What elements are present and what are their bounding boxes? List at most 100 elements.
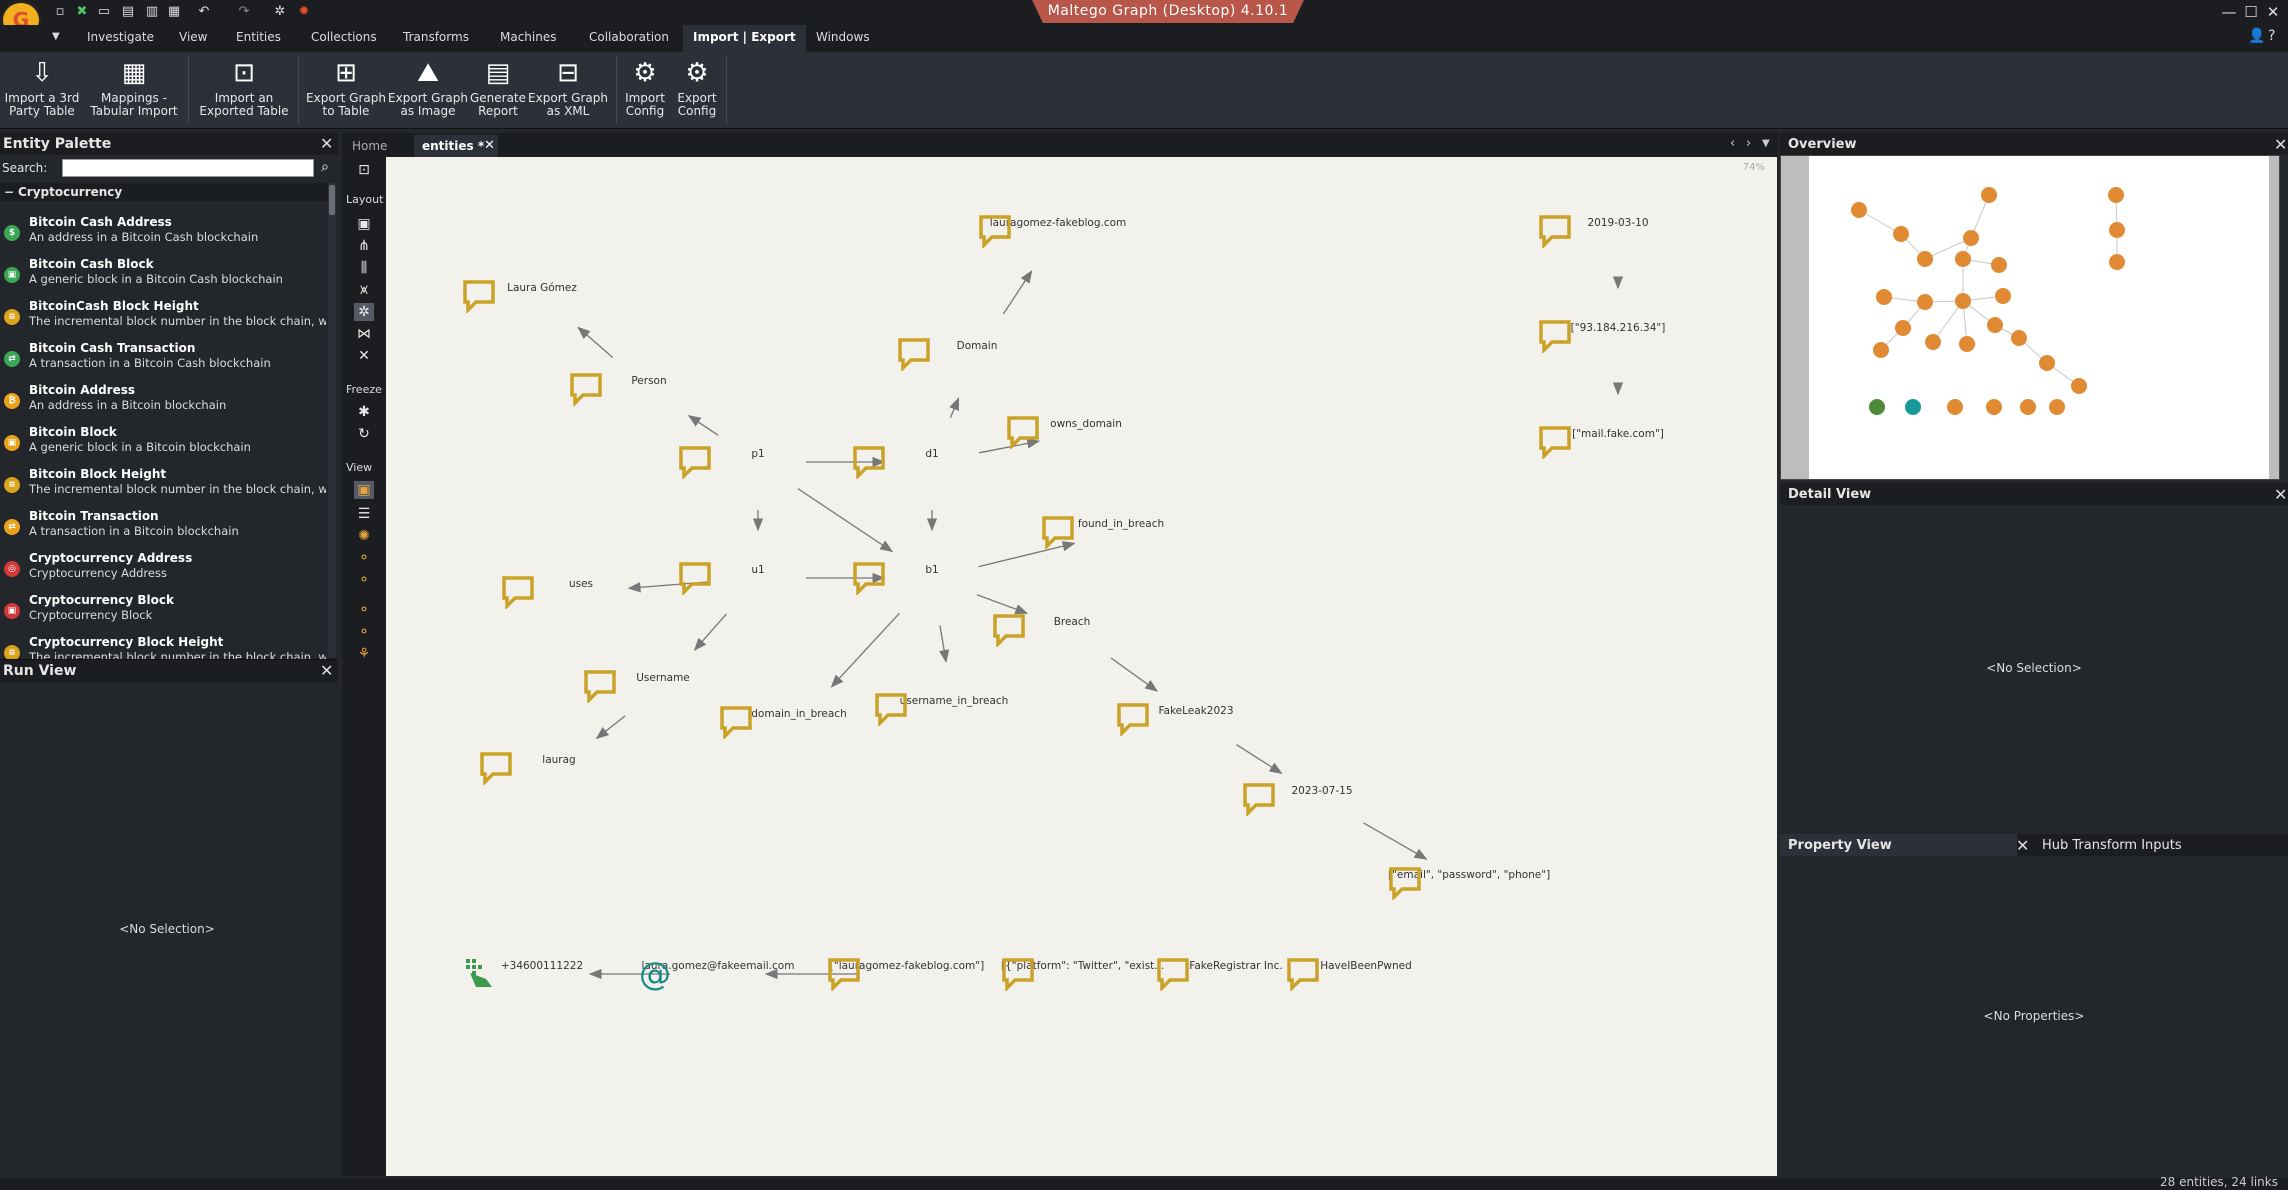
redo-icon[interactable]: ↷ [236,4,252,20]
close-palette-icon[interactable]: ✕ [320,134,333,153]
graph-edge[interactable] [830,612,900,688]
close-detail-icon[interactable]: ✕ [2274,485,2287,504]
neighbor-view-icon[interactable]: ⚘ [354,645,374,663]
menu-dropdown-icon[interactable]: ▼ [52,31,60,42]
export-graph-as-xml-button[interactable]: ⊟ Export Graph as XML [528,54,608,118]
menu-import-export[interactable]: Import | Export [683,25,806,52]
circular-layout-icon[interactable]: ⋈ [354,325,374,343]
tree-layout-icon[interactable]: ⩙ [354,281,374,299]
tab-next-icon[interactable]: › [1746,136,1751,151]
palette-item[interactable]: ▣ Bitcoin Block A generic block in a Bitco… [0,423,326,465]
outgoing-view-icon[interactable]: ⚬ [354,623,374,641]
plugin-icon[interactable]: ✲ [272,4,288,20]
links-view-icon[interactable]: ⚬ [354,571,374,589]
freeze-icon[interactable]: ✱ [354,403,374,421]
block-layout-icon[interactable]: ⫼ [354,259,374,277]
graph-node-u1[interactable]: u1 [678,561,838,595]
palette-item[interactable]: ₿ Bitcoin Address An address in a Bitcoin … [0,381,326,423]
graph-edge[interactable] [687,414,719,436]
close-window-icon[interactable]: ✕ [2262,2,2284,22]
graph-node-hibp[interactable]: HaveIBeenPwned [1286,957,1446,991]
import-3rd-party-table-button[interactable]: ⇩ Import a 3rd Party Table [4,54,80,118]
graph-node-fakeleak[interactable]: FakeLeak2023 [1116,702,1276,736]
graph-canvas[interactable]: Laura Gómez lauragomez-fakeblog.com 2019-0… [386,157,1777,1176]
close-run-view-icon[interactable]: ✕ [320,661,333,680]
interactive-layout-icon[interactable]: ✕ [354,347,374,365]
graph-edge[interactable] [1236,744,1283,774]
graph-node-mail[interactable]: ["mail.fake.com"] [1538,425,1698,459]
tab-list-icon[interactable]: ▼ [1762,138,1770,149]
close-overview-icon[interactable]: ✕ [2274,135,2287,154]
menu-transforms[interactable]: Transforms [403,30,469,44]
graph-node-person[interactable]: Person [569,372,729,406]
help-icon[interactable]: ? [2268,28,2275,44]
graph-node-breach[interactable]: Breach [992,613,1152,647]
graph-node-laurag[interactable]: laurag [479,751,639,785]
export-graph-as-image-button[interactable]: ⛰ Export Graph as Image [388,54,468,118]
graph-edge[interactable] [595,715,626,740]
graph-node-phone[interactable]: +34600111222 [462,957,622,987]
export-graph-to-table-button[interactable]: ⊞ Export Graph to Table [306,54,386,118]
export-config-button[interactable]: ⚙ Export Config [672,54,722,118]
graph-node-owns[interactable]: owns_domain [1006,415,1166,449]
menu-collaboration[interactable]: Collaboration [589,30,669,44]
graph-node-date1[interactable]: 2019-03-10 [1538,214,1698,248]
mappings-tabular-import-button[interactable]: ▦ Mappings - Tabular Import [88,54,180,118]
collapse-icon[interactable]: − [4,183,14,201]
entity-list-icon[interactable]: ☰ [354,505,374,523]
graph-node-domain[interactable]: Domain [897,337,1057,371]
palette-item[interactable]: ▣ Cryptocurrency Block Cryptocurrency Bloc… [0,591,326,633]
palette-item[interactable]: ≡ Bitcoin Block Height The incremental blo… [0,465,326,507]
graph-edge[interactable] [797,488,894,553]
graph-node-dib[interactable]: domain_in_breach [719,705,879,739]
open-folder-icon[interactable]: ▭ [96,4,112,20]
graph-node-platform[interactable]: [{"platform": "Twitter", "exist... [1001,957,1164,991]
import-exported-table-button[interactable]: ⊡ Import an Exported Table [196,54,292,118]
graph-node-blog2[interactable]: ["lauragomez-fakeblog.com"] [827,957,987,991]
search-icon[interactable]: ⌕ [316,159,334,177]
incoming-view-icon[interactable]: ⚬ [354,601,374,619]
minimize-icon[interactable]: — [2218,2,2240,22]
print-icon[interactable]: ▦ [166,4,182,20]
graph-node-uib[interactable]: username_in_breach [874,692,1034,726]
graph-edge[interactable] [938,625,950,663]
user-icon[interactable]: 👤 [2248,28,2265,44]
tab-prev-icon[interactable]: ‹ [1730,136,1735,151]
scrollbar-thumb[interactable] [329,185,335,215]
menu-windows[interactable]: Windows [816,30,870,44]
ranked-view-icon[interactable]: ⚬ [354,549,374,567]
graph-node-fib[interactable]: found_in_breach [1041,515,1201,549]
tab-entities[interactable]: entities * ✕ [414,135,498,157]
palette-item[interactable]: ⇄ Bitcoin Cash Transaction A transaction i… [0,339,326,381]
graph-node-fields[interactable]: ["email", "password", "phone"] [1388,866,1550,900]
graph-node-date2[interactable]: 2023-07-15 [1242,782,1402,816]
graph-edge[interactable] [577,326,614,359]
palette-scrollbar[interactable] [328,183,336,657]
lock-layout-icon[interactable]: ▣ [354,215,374,233]
new-file-icon[interactable]: ▫ [52,4,68,20]
bug-icon[interactable]: ✹ [296,4,312,20]
graph-edge[interactable] [1002,270,1033,315]
graph-node-blog[interactable]: lauragomez-fakeblog.com [978,214,1138,248]
save-icon[interactable]: ▤ [120,4,136,20]
menu-collections[interactable]: Collections [311,30,377,44]
menu-machines[interactable]: Machines [500,30,556,44]
graph-node-username[interactable]: Username [583,669,743,703]
palette-item[interactable]: ▣ Bitcoin Cash Block A generic block in a … [0,255,326,297]
graph-node-p1[interactable]: p1 [678,445,838,479]
refresh-layout-icon[interactable]: ↻ [354,425,374,443]
menu-entities[interactable]: Entities [236,30,281,44]
tab-hub-transform-inputs[interactable]: Hub Transform Inputs [2042,838,2182,853]
tab-home[interactable]: Home [344,135,395,157]
undo-icon[interactable]: ↶ [196,4,212,20]
graph-edge[interactable] [976,594,1029,615]
close-property-icon[interactable]: ✕ [2016,836,2029,855]
graph-node-b1[interactable]: b1 [852,561,1012,595]
import-config-button[interactable]: ⚙ Import Config [620,54,670,118]
graph-node-email[interactable]: @ laura.gomez@fakeemail.com [638,957,798,991]
menu-investigate[interactable]: Investigate [87,30,154,44]
graph-node-laura[interactable]: Laura Gómez [462,279,622,313]
new-graph-icon[interactable]: ✖ [74,4,90,20]
graph-edge[interactable] [693,613,727,651]
palette-item[interactable]: ◎ Cryptocurrency Address Cryptocurrency Ad… [0,549,326,591]
